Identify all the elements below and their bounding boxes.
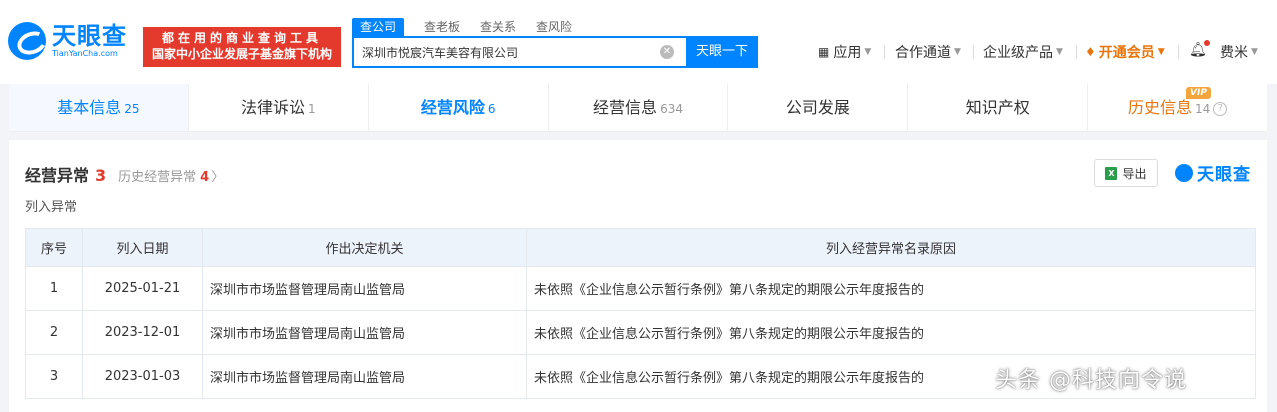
clear-icon[interactable]: ✕: [660, 45, 674, 59]
search-input[interactable]: [354, 38, 660, 66]
nav-user[interactable]: 费米 ▼: [1220, 42, 1258, 62]
cell-index: 1: [25, 266, 83, 311]
excel-icon: X: [1105, 166, 1118, 180]
cell-date: 2023-01-03: [82, 354, 203, 399]
nav-vip-label: 开通会员: [1098, 45, 1155, 61]
eye-logo-icon: [8, 22, 46, 60]
search-button[interactable]: 天眼一下: [686, 36, 758, 68]
nav-enterprise-label: 企业级产品: [983, 45, 1053, 61]
tab-label: 经营信息: [593, 98, 658, 117]
cell-index: 3: [25, 354, 83, 399]
help-icon[interactable]: ?: [1213, 101, 1228, 116]
caret-down-icon: ▼: [864, 47, 872, 57]
col-header-date: 列入日期: [82, 228, 203, 267]
col-header-authority: 作出决定机关: [202, 228, 527, 267]
nav-channel[interactable]: 合作通道 ▼: [895, 42, 961, 62]
slogan-banner: 都在用的商业查询工具 国家中小企业发展子基金旗下机构: [143, 27, 341, 67]
tab-history[interactable]: 历史信息 14?: [1088, 84, 1267, 131]
cell-authority: 深圳市市场监督管理局南山监管局: [202, 310, 527, 355]
slogan-line1: 都在用的商业查询工具: [161, 31, 322, 45]
tab-label: 法律诉讼: [240, 98, 305, 117]
tab-basic-info[interactable]: 基本信息 25: [9, 84, 189, 131]
divider: [884, 45, 885, 59]
tab-count: 25: [124, 102, 140, 116]
subsection-title: 列入异常: [25, 200, 78, 215]
chevron-right-icon[interactable]: 〉: [211, 166, 224, 185]
search-tab-boss[interactable]: 查老板: [424, 18, 460, 36]
tab-business-info[interactable]: 经营信息 634: [549, 84, 729, 131]
search-tab-company[interactable]: 查公司: [352, 18, 405, 36]
section-count: 3: [95, 166, 107, 185]
tab-development[interactable]: 公司发展: [728, 84, 909, 131]
tab-count: 6: [487, 102, 496, 116]
nav-app[interactable]: ▦ 应用 ▼: [818, 42, 871, 62]
history-abnormal-link[interactable]: 历史经营异常: [118, 166, 196, 185]
cell-reason: 未依照《企业信息公示暂行条例》第八条规定的期限公示年度报告的: [526, 310, 1256, 355]
cell-index: 2: [25, 310, 83, 355]
nav-channel-label: 合作通道: [895, 45, 951, 61]
section-header: 经营异常 3 历史经营异常 4 〉: [25, 162, 224, 186]
export-label: 导出: [1122, 166, 1147, 181]
vip-badge: VIP: [1186, 87, 1211, 99]
tab-label: 知识产权: [965, 98, 1030, 117]
tab-count: 14: [1194, 102, 1211, 116]
search-box: ✕ 天眼一下: [352, 36, 758, 68]
cell-authority: 深圳市市场监督管理局南山监管局: [202, 354, 527, 399]
grid-icon: ▦: [818, 45, 830, 59]
tab-label: 公司发展: [785, 98, 850, 117]
export-button[interactable]: X 导出: [1094, 159, 1158, 187]
diamond-icon: ♦: [1085, 45, 1096, 59]
brand-name: 天眼查: [1197, 165, 1251, 185]
cell-date: 2025-01-21: [82, 266, 203, 311]
slogan-line2: 国家中小企业发展子基金旗下机构: [151, 47, 332, 61]
eye-logo-icon: [1175, 163, 1193, 182]
search-tab-risk[interactable]: 查风险: [536, 18, 572, 36]
tab-legal[interactable]: 法律诉讼 1: [189, 84, 369, 131]
col-header-index: 序号: [25, 228, 83, 267]
tab-business-risk[interactable]: 经营风险 6: [369, 84, 549, 131]
caret-down-icon: ▼: [1251, 47, 1258, 57]
tab-label: 历史信息: [1127, 98, 1192, 117]
cell-reason: 未依照《企业信息公示暂行条例》第八条规定的期限公示年度报告的: [526, 266, 1256, 311]
search-type-tabs: 查公司 查老板 查关系 查风险: [352, 18, 592, 36]
tab-label: 基本信息: [57, 98, 122, 117]
section-title: 经营异常: [25, 166, 90, 185]
tab-count: 1: [307, 102, 316, 116]
table-header-row: 序号 列入日期 作出决定机关 列入经营异常名录原因: [25, 228, 1256, 267]
history-abnormal-count[interactable]: 4: [200, 170, 209, 185]
tab-count: 634: [660, 102, 683, 116]
company-tabs: 基本信息 25 法律诉讼 1 经营风险 6 经营信息 634 公司发展 知识产权 历史信…: [9, 84, 1267, 132]
tab-ip[interactable]: 知识产权: [908, 84, 1089, 131]
bell-icon: 🔔︎: [1189, 40, 1210, 58]
table-row: 1 2025-01-21 深圳市市场监督管理局南山监管局 未依照《企业信息公示暂…: [25, 266, 1256, 311]
toutiao-watermark: 头条 @科技向令说: [995, 368, 1187, 393]
divider: [1178, 45, 1179, 59]
top-header: 天眼查 TianYanCha.com 都在用的商业查询工具 国家中小企业发展子基…: [0, 0, 1277, 84]
tab-label: 经营风险: [420, 98, 485, 117]
divider: [1076, 45, 1077, 59]
table-row: 2 2023-12-01 深圳市市场监督管理局南山监管局 未依照《企业信息公示暂…: [25, 310, 1256, 355]
caret-down-icon: ▼: [954, 47, 961, 57]
nav-notifications[interactable]: 🔔︎: [1189, 40, 1210, 58]
brand-watermark: 天眼查: [1175, 160, 1251, 185]
caret-down-icon: ▼: [1056, 47, 1063, 57]
caret-down-icon: ▼: [1157, 47, 1165, 57]
col-header-reason: 列入经营异常名录原因: [526, 228, 1256, 267]
cell-authority: 深圳市市场监督管理局南山监管局: [202, 266, 527, 311]
logo-title: 天眼查: [52, 22, 127, 50]
nav-vip[interactable]: ♦ 开通会员 ▼: [1085, 42, 1165, 62]
nav-enterprise[interactable]: 企业级产品 ▼: [983, 42, 1063, 62]
tianyancha-logo[interactable]: 天眼查 TianYanCha.com: [8, 22, 127, 60]
cell-date: 2023-12-01: [82, 310, 203, 355]
nav-app-label: 应用: [833, 45, 862, 61]
nav-user-label: 费米: [1220, 45, 1248, 61]
divider: [973, 45, 974, 59]
logo-domain: TianYanCha.com: [52, 49, 118, 58]
search-tab-relation[interactable]: 查关系: [480, 18, 516, 36]
